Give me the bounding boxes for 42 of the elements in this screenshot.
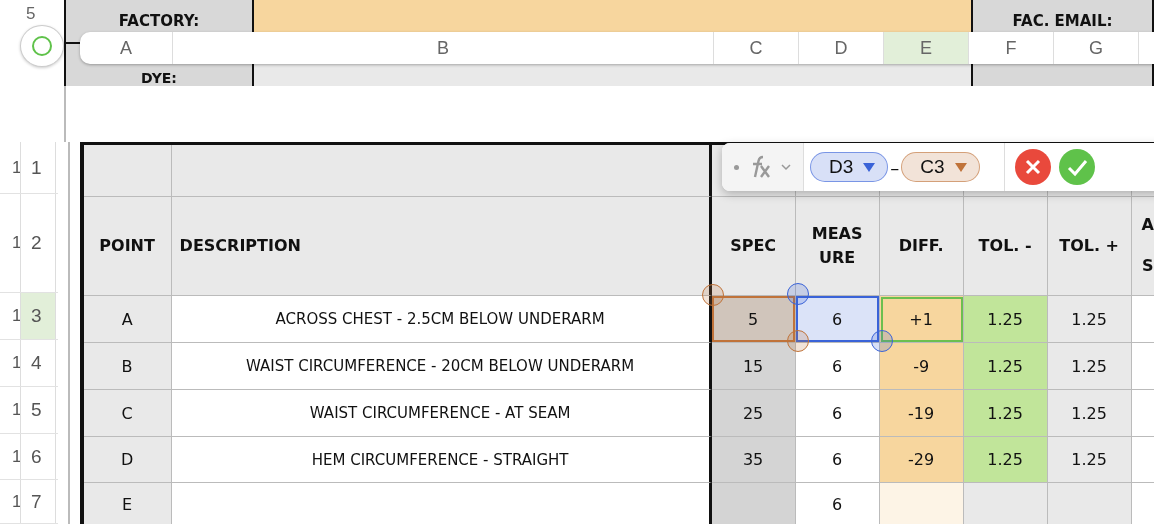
table-cell: 1.25 [1047,296,1132,343]
column-header: SPEC [711,197,796,296]
column-header: A S [1131,197,1154,296]
table-cell: -19 [879,390,964,437]
table-cell: 15 [711,343,796,390]
operator: – [889,156,901,178]
column-header: TOL. - [963,197,1048,296]
column-header: POINT [83,197,172,296]
row-number: 1 [11,157,20,178]
table-cell: B [83,343,172,390]
table-cell: 6 [795,296,880,343]
table-cell: 6 [795,483,880,524]
row-number: 1 [11,400,20,420]
table-cell: 6 [795,343,880,390]
row-number: 1 [11,446,20,467]
table-cell: 6 [795,437,880,483]
table-cell: 1.25 [1047,343,1132,390]
table-cell: C [83,390,172,437]
column-header: TOL. + [1047,197,1132,296]
column-header: DIFF. [879,197,964,296]
table-cell: 1.25 [963,390,1048,437]
table-cell: 1.25 [1047,390,1132,437]
table-cell: 1.25 [1047,437,1132,483]
column-header: MEAS URE [795,197,880,296]
table-cell: A [83,296,172,343]
table-cell: 25 [711,390,796,437]
row-number: 1 [11,353,20,373]
table-cell: -9 [879,343,964,390]
table-cell: D [83,437,172,483]
table-cell: 35 [711,437,796,483]
table-cell: E [83,483,172,524]
table-cell: 1.25 [963,296,1048,343]
row-number: 1 [11,306,20,326]
table-cell: 6 [795,390,880,437]
table-cell: -29 [879,437,964,483]
column-header: DESCRIPTION [171,197,712,296]
table-cell: 1.25 [963,437,1048,483]
table-cell: 1.25 [963,343,1048,390]
table-cell: +1 [879,296,964,343]
row-number: 1 [11,233,20,253]
row-number: 1 [11,491,20,512]
table-cell: 5 [711,296,796,343]
